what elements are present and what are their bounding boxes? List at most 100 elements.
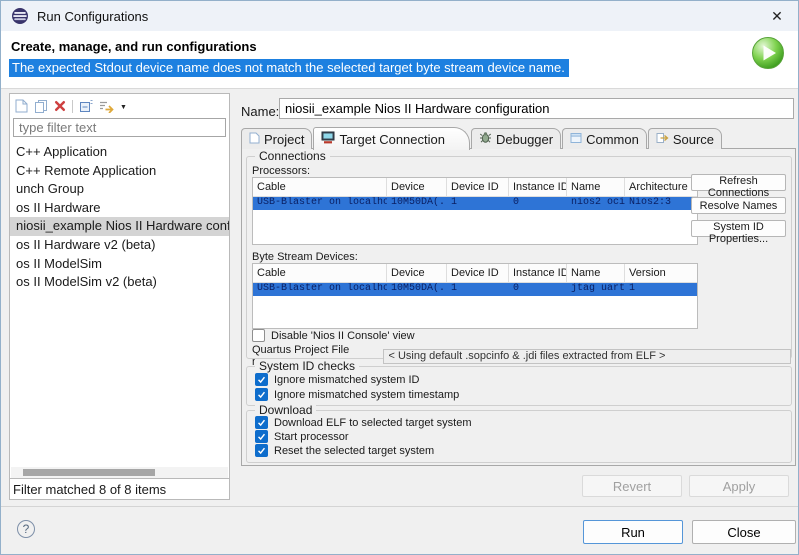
close-button[interactable]: Close <box>692 520 796 544</box>
start-processor-checkbox[interactable] <box>255 430 268 443</box>
filter-input[interactable] <box>13 118 226 137</box>
page-title: Create, manage, and run configurations <box>11 39 257 54</box>
delete-configuration-icon[interactable] <box>54 100 66 112</box>
ignore-system-id-label: Ignore mismatched system ID <box>274 373 420 386</box>
tab-common[interactable]: Common <box>562 128 647 149</box>
help-icon[interactable]: ? <box>17 520 35 538</box>
ignore-timestamp-checkbox[interactable] <box>255 388 268 401</box>
tab-target-connection[interactable]: Target Connection <box>313 127 470 150</box>
tree-item[interactable]: os II Hardware <box>10 199 229 218</box>
disable-console-checkbox[interactable] <box>252 329 265 342</box>
start-processor-label: Start processor <box>274 430 349 443</box>
byte-stream-devices-label: Byte Stream Devices: <box>252 251 358 263</box>
revert-button[interactable]: Revert <box>582 475 682 497</box>
project-icon <box>249 132 260 147</box>
tree-item[interactable]: C++ Remote Application <box>10 162 229 181</box>
configuration-tree: C++ Application C++ Remote Application u… <box>10 139 229 467</box>
disable-console-row: Disable 'Nios II Console' view <box>252 329 415 342</box>
filter-status-text: Filter matched 8 of 8 items <box>10 478 229 499</box>
scrollbar-thumb[interactable] <box>23 469 155 476</box>
download-elf-checkbox[interactable] <box>255 416 268 429</box>
window-title: Run Configurations <box>37 8 149 24</box>
connections-group: Connections Processors: Cable Device Dev… <box>246 149 792 368</box>
target-connection-panel: Connections Processors: Cable Device Dev… <box>241 148 796 466</box>
tree-item[interactable]: os II Hardware v2 (beta) <box>10 236 229 255</box>
column-header[interactable]: Name <box>567 178 625 196</box>
apply-button[interactable]: Apply <box>689 475 789 497</box>
connections-group-label: Connections <box>255 149 330 163</box>
tab-bar: Project Target Connection Debugger Commo… <box>241 126 723 150</box>
debugger-icon <box>479 131 492 147</box>
close-icon[interactable]: ✕ <box>764 8 790 25</box>
processors-table-header: Cable Device Device ID Instance ID Name … <box>253 178 697 197</box>
byte-stream-table-header: Cable Device Device ID Instance ID Name … <box>253 264 697 283</box>
column-header[interactable]: Architecture <box>625 178 697 196</box>
reset-target-label: Reset the selected target system <box>274 444 435 457</box>
filter-launch-configurations-icon[interactable] <box>99 100 114 113</box>
system-id-properties-button[interactable]: System ID Properties... <box>691 220 786 245</box>
tab-source[interactable]: Source <box>647 128 723 149</box>
column-header[interactable]: Name <box>567 264 625 282</box>
tab-project[interactable]: Project <box>241 128 313 149</box>
connection-buttons: Refresh Connections Resolve Names System… <box>691 174 786 245</box>
error-message: The expected Stdout device name does not… <box>9 59 569 77</box>
system-id-checks-group: System ID checks Ignore mismatched syste… <box>246 359 792 406</box>
download-group-label: Download <box>255 403 317 417</box>
column-header[interactable]: Device <box>387 178 447 196</box>
column-header[interactable]: Instance ID <box>509 178 567 196</box>
name-label: Name: <box>241 104 280 119</box>
source-icon <box>656 132 669 147</box>
resolve-names-button[interactable]: Resolve Names <box>691 197 786 214</box>
column-header[interactable]: Cable <box>253 264 387 282</box>
new-configuration-icon[interactable] <box>15 99 28 113</box>
reset-target-row: Reset the selected target system <box>255 444 434 457</box>
refresh-connections-button[interactable]: Refresh Connections <box>691 174 786 199</box>
byte-stream-devices-table: Cable Device Device ID Instance ID Name … <box>252 263 698 329</box>
column-header[interactable]: Version <box>625 264 697 282</box>
processors-label: Processors: <box>252 165 311 177</box>
tab-debugger[interactable]: Debugger <box>470 128 562 149</box>
download-group: Download Download ELF to selected target… <box>246 403 792 463</box>
horizontal-scrollbar[interactable] <box>11 467 228 478</box>
toolbar-divider <box>72 99 73 113</box>
bottom-divider <box>1 506 798 507</box>
column-header[interactable]: Cable <box>253 178 387 196</box>
download-elf-label: Download ELF to selected target system <box>274 416 472 429</box>
run-configurations-dialog: Run Configurations ✕ Create, manage, and… <box>0 0 799 555</box>
byte-stream-row-selected[interactable]: USB-Blaster on localhost [U... 10M50DA(.… <box>253 283 697 296</box>
column-header[interactable]: Device ID <box>447 178 509 196</box>
ignore-timestamp-label: Ignore mismatched system timestamp <box>274 388 460 401</box>
name-input[interactable] <box>279 98 794 119</box>
common-icon <box>570 132 582 147</box>
tree-item[interactable]: C++ Application <box>10 143 229 162</box>
title-bar: Run Configurations ✕ <box>1 1 798 31</box>
disable-console-label: Disable 'Nios II Console' view <box>271 329 415 342</box>
ignore-timestamp-row: Ignore mismatched system timestamp <box>255 388 459 401</box>
toolbar-menu-chevron-icon[interactable]: ▼ <box>120 102 127 111</box>
banner: Create, manage, and run configurations T… <box>1 31 798 89</box>
quartus-project-field[interactable] <box>383 348 791 364</box>
processor-row-selected[interactable]: USB-Blaster on localhost [U... 10M50DA(.… <box>253 197 697 210</box>
column-header[interactable]: Device <box>387 264 447 282</box>
duplicate-configuration-icon[interactable] <box>34 99 48 113</box>
tree-item[interactable]: os II ModelSim <box>10 255 229 274</box>
processors-table: Cable Device Device ID Instance ID Name … <box>252 177 698 245</box>
collapse-all-icon[interactable] <box>79 99 93 113</box>
run-launch-icon <box>751 36 785 75</box>
column-header[interactable]: Device ID <box>447 264 509 282</box>
download-elf-row: Download ELF to selected target system <box>255 416 471 429</box>
configurations-sidebar: ▼ C++ Application C++ Remote Application… <box>9 93 230 500</box>
ignore-system-id-row: Ignore mismatched system ID <box>255 373 420 386</box>
ignore-system-id-checkbox[interactable] <box>255 373 268 386</box>
run-button[interactable]: Run <box>583 520 683 544</box>
start-processor-row: Start processor <box>255 430 349 443</box>
reset-target-checkbox[interactable] <box>255 444 268 457</box>
tree-item[interactable]: unch Group <box>10 180 229 199</box>
column-header[interactable]: Instance ID <box>509 264 567 282</box>
eclipse-logo-icon <box>11 7 29 25</box>
target-connection-icon <box>321 131 335 147</box>
tree-item[interactable]: os II ModelSim v2 (beta) <box>10 273 229 292</box>
sidebar-toolbar: ▼ <box>10 94 229 116</box>
tree-item-selected[interactable]: niosii_example Nios II Hardware configu <box>10 217 229 236</box>
system-id-checks-label: System ID checks <box>255 359 360 373</box>
